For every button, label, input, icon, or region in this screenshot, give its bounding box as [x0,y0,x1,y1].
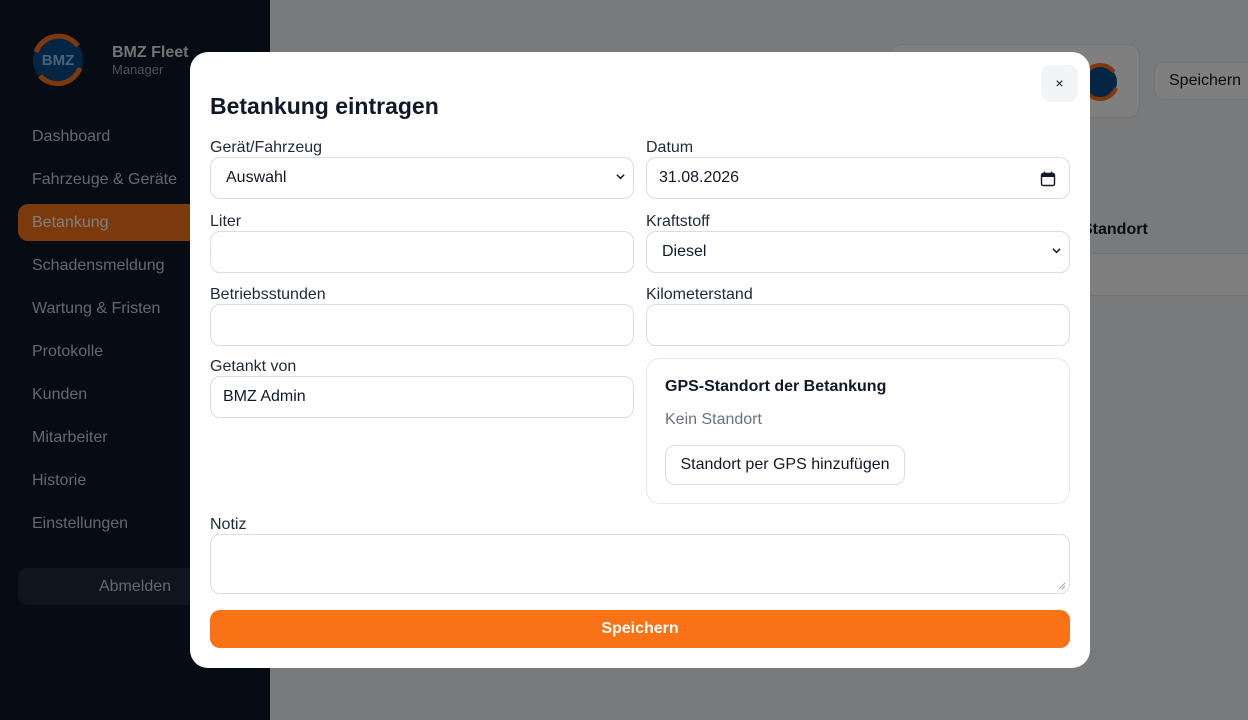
fuel-label: Kraftstoff [646,213,710,230]
date-field[interactable]: 31.08.2026 [646,157,1070,199]
gps-status: Kein Standort [665,411,762,428]
km-input[interactable] [646,304,1070,346]
liter-label: Liter [210,213,242,230]
device-select-value: Auswahl [226,169,287,186]
refueled-by-input[interactable]: BMZ Admin [210,376,634,418]
hours-label: Betriebsstunden [210,286,326,303]
device-select[interactable]: Auswahl [210,157,634,199]
close-icon: × [1055,75,1064,91]
save-button[interactable]: Speichern [210,610,1070,648]
refueled-by-label: Getankt von [210,358,297,375]
add-gps-location-button[interactable]: Standort per GPS hinzufügen [665,445,905,485]
km-label: Kilometerstand [646,286,753,303]
modal-title: Betankung eintragen [210,93,439,119]
close-button[interactable]: × [1041,65,1078,102]
gps-card: GPS-Standort der Betankung Kein Standort… [646,358,1070,504]
note-textarea[interactable] [210,534,1070,594]
device-label: Gerät/Fahrzeug [210,139,323,156]
gps-title: GPS-Standort der Betankung [665,378,887,395]
calendar-icon[interactable] [1040,171,1056,187]
hours-input[interactable] [210,304,634,346]
date-field-value: 31.08.2026 [659,169,740,186]
chevron-down-icon [1052,248,1061,254]
resize-handle-icon[interactable] [1058,582,1066,590]
chevron-down-icon [616,174,625,180]
date-label: Datum [646,139,694,156]
refuel-modal: × Betankung eintragen Gerät/Fahrzeug Aus… [190,52,1090,668]
refueled-by-value: BMZ Admin [223,388,306,405]
note-label: Notiz [210,516,247,533]
fuel-select[interactable]: Diesel [646,231,1070,273]
fuel-select-value: Diesel [662,243,707,260]
liter-input[interactable] [210,231,634,273]
